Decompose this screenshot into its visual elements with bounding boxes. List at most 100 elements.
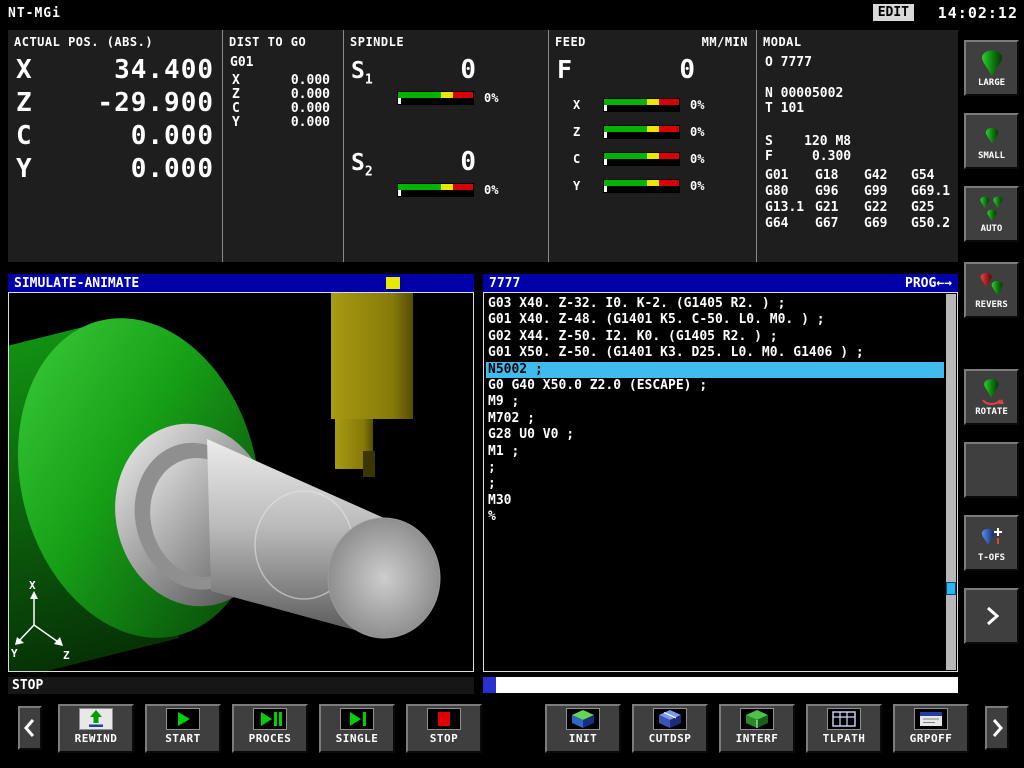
program-panel: 7777 PROG←→ G03 X40. Z-32. I0. K-2. (G14… (483, 274, 958, 672)
actual-position-header: ACTUAL POS. (ABS.) (14, 35, 222, 49)
gcode: G54 (911, 168, 965, 184)
gcode: G21 (815, 200, 864, 216)
feed-unit: MM/MIN (702, 35, 748, 49)
dist-axis-row: Y0.000 (229, 116, 343, 130)
init-icon (566, 708, 600, 730)
modal-header: MODAL (763, 35, 958, 49)
tool-offset-button[interactable]: T-OFS (964, 515, 1019, 571)
gcode: G96 (815, 184, 864, 200)
interference-icon (740, 708, 774, 730)
feed-axis-row: C 0% (555, 145, 756, 172)
view-small-button[interactable]: SMALL (964, 113, 1019, 169)
sidebar-label: T-OFS (978, 553, 1005, 563)
program-line[interactable]: M1 ; (486, 444, 944, 460)
program-line-current[interactable]: N5002 ; (486, 362, 944, 378)
gcode: G13.1 (765, 200, 815, 216)
rotate-view-icon (979, 378, 1005, 406)
machine-status-panel: ACTUAL POS. (ABS.) X34.400 Z-29.900 C0.0… (8, 30, 958, 262)
program-line[interactable]: G01 X50. Z-50. (G1401 K3. D25. L0. M0. G… (486, 345, 944, 361)
program-line[interactable]: ; (486, 476, 944, 492)
spindle-2-load-percent: 0% (484, 183, 498, 197)
gcode: G64 (765, 216, 815, 232)
spindle-title: SPINDLE (350, 35, 404, 49)
view-large-button[interactable]: LARGE (964, 40, 1019, 96)
spindle-2-load-gauge (397, 183, 474, 197)
axis-value: 0.000 (291, 102, 330, 116)
simulation-viewport[interactable]: X Y Z (8, 292, 474, 672)
toolbar-label: START (165, 732, 201, 745)
feed-z-percent: 0% (690, 125, 704, 139)
sidebar-label: SMALL (978, 151, 1005, 161)
dist-to-go-section: DIST TO GO G01 X0.000 Z0.000 C0.000 Y0.0… (222, 30, 343, 262)
menu-left-arrow-button[interactable] (18, 706, 42, 750)
right-arrow-icon (989, 716, 1005, 740)
process-button[interactable]: PROCES (232, 704, 308, 753)
start-button[interactable]: START (145, 704, 221, 753)
program-number: O 7777 (765, 55, 958, 70)
gcode: G22 (864, 200, 911, 216)
axis-position-row: Y0.000 (14, 154, 222, 187)
modal-gcode-grid: G01G18G42G54 G80G96G99G69.1 G13.1G21G22G… (765, 168, 958, 232)
view-reverse-button[interactable]: REVERS (964, 262, 1019, 318)
sidebar-next-menu-button[interactable] (964, 588, 1019, 644)
spindle-2-label: S2 (351, 150, 373, 180)
interference-button[interactable]: INTERF (719, 704, 795, 753)
program-scrollbar[interactable] (946, 294, 956, 670)
feed-c-gauge (603, 152, 680, 166)
program-line[interactable]: M30 (486, 493, 944, 509)
axis-label: Y (573, 179, 603, 193)
tool-path-icon (827, 708, 861, 730)
program-line[interactable]: G02 X44. Z-50. I2. K0. (G1405 R2. ) ; (486, 329, 944, 345)
view-rotate-button[interactable]: ROTATE (964, 369, 1019, 425)
sidebar-label: REVERS (975, 300, 1008, 310)
program-line[interactable]: M9 ; (486, 394, 944, 410)
feed-value-row: F 0 (555, 55, 695, 91)
program-line[interactable]: G03 X40. Z-32. I0. K-2. (G1405 R2. ) ; (486, 296, 944, 312)
stop-button[interactable]: STOP (406, 704, 482, 753)
stop-icon (427, 708, 461, 730)
init-button[interactable]: INIT (545, 704, 621, 753)
program-progress-bar (483, 677, 958, 693)
program-line[interactable]: G0 G40 X50.0 Z2.0 (ESCAPE) ; (486, 378, 944, 394)
toolbar-label: GRPOFF (910, 732, 953, 745)
toolbar-label: REWIND (75, 732, 118, 745)
spindle-2-group: S2 0 0% (350, 147, 548, 237)
modal-feed-rate: F 0.300 (765, 149, 958, 164)
feed-value: 0 (679, 55, 695, 85)
cut-display-button[interactable]: CUTDSP (632, 704, 708, 753)
tool-path-button[interactable]: TLPATH (806, 704, 882, 753)
spindle-header: SPINDLE (350, 35, 548, 49)
feed-title: FEED (555, 35, 586, 49)
sidebar-blank-button[interactable] (964, 442, 1019, 498)
program-line[interactable]: G01 X40. Z-48. (G1401 K5. C-50. L0. M0. … (486, 312, 944, 328)
program-title: 7777 (489, 276, 520, 291)
axis-value: -29.900 (97, 88, 214, 118)
feed-c-percent: 0% (690, 152, 704, 166)
gcode: G69.1 (911, 184, 965, 200)
axis-label: C (16, 121, 32, 151)
feed-label: F (557, 55, 572, 84)
feed-axis-row: Y 0% (555, 172, 756, 199)
tool-3d (331, 293, 413, 477)
scrollbar-thumb[interactable] (946, 582, 956, 595)
axis-value: 0.000 (131, 121, 214, 151)
spindle-1-group: S1 0 0% (350, 55, 548, 145)
axis-label: Z (232, 88, 240, 102)
axis-label: Z (16, 88, 32, 118)
single-block-button[interactable]: SINGLE (319, 704, 395, 753)
view-auto-button[interactable]: AUTO (964, 186, 1019, 242)
program-line[interactable]: G28 U0 V0 ; (486, 427, 944, 443)
axis-label: C (232, 102, 240, 116)
program-line[interactable]: % (486, 509, 944, 525)
workpiece-shaft-3d (207, 439, 440, 638)
cut-display-icon (653, 708, 687, 730)
program-line[interactable]: ; (486, 460, 944, 476)
graphic-off-button[interactable]: GRPOFF (893, 704, 969, 753)
gcode: G01 (765, 168, 815, 184)
rewind-button[interactable]: REWIND (58, 704, 134, 753)
menu-right-arrow-button[interactable] (985, 706, 1009, 750)
start-icon (166, 708, 200, 730)
axis-position-row: C 0.000 (14, 121, 222, 154)
graphic-off-icon (914, 708, 948, 730)
program-line[interactable]: M702 ; (486, 411, 944, 427)
